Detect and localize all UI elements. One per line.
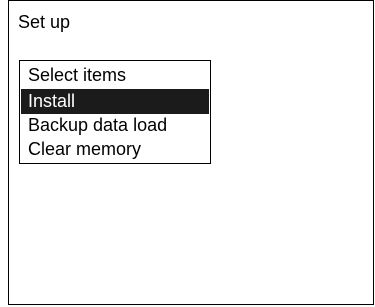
menu-header: Select items [28, 65, 127, 85]
select-items-menu: Select items Install Backup data load Cl… [19, 60, 211, 164]
menu-item-backup-data-load[interactable]: Backup data load [20, 113, 210, 138]
screen-title: Set up [18, 12, 71, 32]
setup-screen: Set up Select items Install Backup data … [8, 0, 374, 305]
menu-item-install[interactable]: Install [21, 89, 209, 114]
menu-item-clear-memory[interactable]: Clear memory [20, 137, 210, 162]
